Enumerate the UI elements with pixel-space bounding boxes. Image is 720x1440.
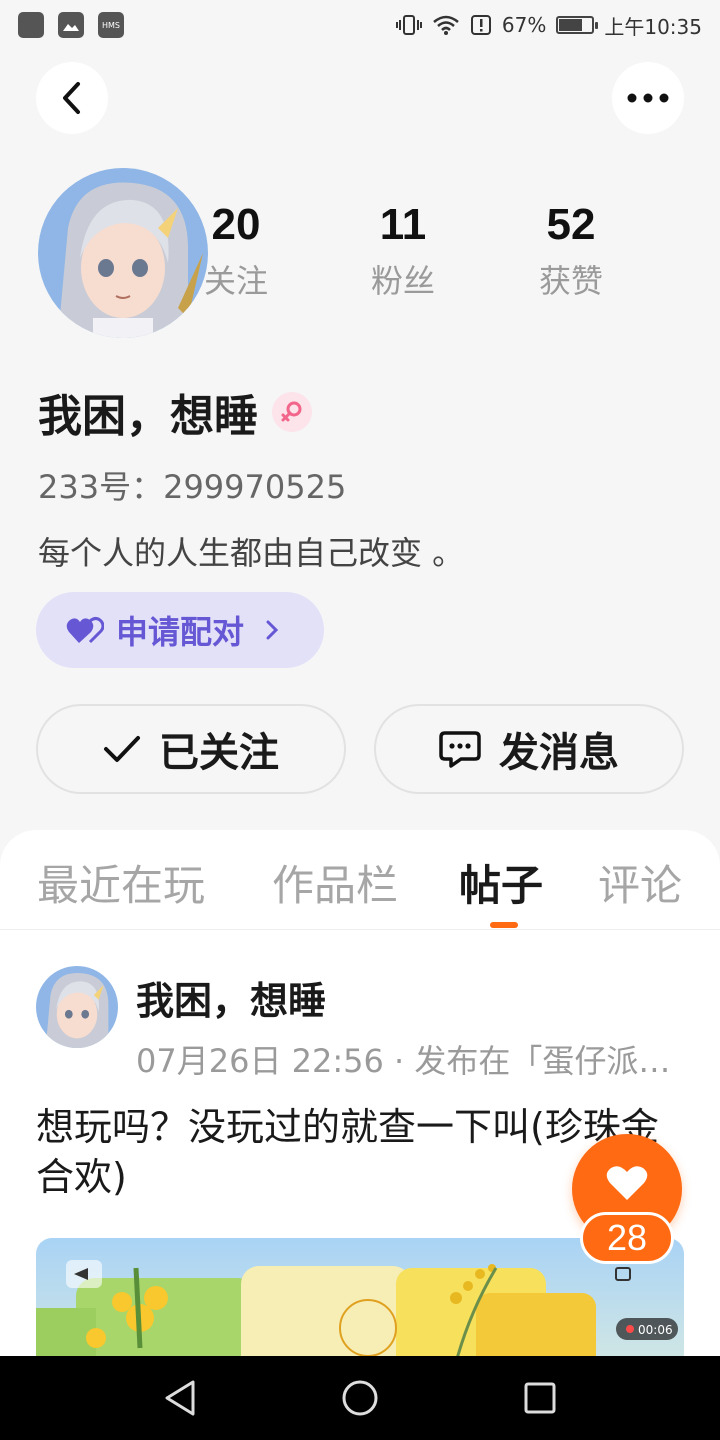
send-message-label: 发消息: [499, 730, 619, 776]
following-count: 20: [211, 200, 261, 249]
profile-name-row: 我困，想睡: [38, 380, 312, 444]
tab-bar: 最近在玩 作品栏 帖子 评论: [0, 830, 720, 930]
likes-label: 获赞: [538, 262, 603, 300]
nav-recents-button[interactable]: [518, 1376, 562, 1420]
hms-icon: HMS: [98, 12, 124, 38]
send-message-button[interactable]: 发消息: [374, 704, 684, 794]
back-button[interactable]: [36, 62, 108, 134]
system-nav-bar: [0, 1356, 720, 1440]
nav-home-button[interactable]: [338, 1376, 382, 1420]
tab-recently-played[interactable]: 最近在玩: [37, 852, 205, 913]
apply-pair-label: 申请配对: [116, 613, 245, 651]
chevron-left-icon: [63, 82, 80, 114]
stat-likes[interactable]: 52 获赞: [511, 200, 631, 302]
notification-icon: [18, 12, 44, 38]
following-label: 关注: [203, 262, 268, 300]
square-recents-icon: [524, 1382, 556, 1414]
stat-followers[interactable]: 11 粉丝: [343, 200, 463, 302]
post-avatar[interactable]: [36, 966, 118, 1048]
check-icon: [104, 736, 140, 762]
followers-count: 11: [379, 200, 427, 249]
battery-icon: [556, 16, 599, 34]
vibrate-icon: [395, 15, 422, 35]
followed-button[interactable]: 已关注: [36, 704, 346, 794]
triangle-back-icon: [165, 1380, 195, 1416]
tab-comments[interactable]: 评论: [598, 852, 682, 913]
status-time: 上午10:35: [604, 14, 702, 39]
alert-icon: [470, 15, 491, 35]
gallery-icon: [58, 12, 84, 38]
post-meta: 07月26日 22:56 · 发布在「蛋仔派对」: [136, 1042, 686, 1080]
stat-following[interactable]: 20 关注: [176, 200, 296, 302]
user-id: 233号：299970525: [38, 468, 347, 506]
heart-pair-icon: [66, 617, 104, 644]
content-panel: 最近在玩 作品栏 帖子 评论 我困，想睡 07月26日 22:56 · 发布在「…: [0, 830, 720, 1356]
likes-count: 52: [546, 200, 596, 249]
nav-back-button[interactable]: [158, 1376, 202, 1420]
wifi-icon: [433, 15, 459, 35]
female-icon: [272, 392, 312, 432]
circle-home-icon: [342, 1380, 378, 1416]
more-dots-icon: [627, 93, 669, 103]
tab-posts[interactable]: 帖子: [459, 852, 543, 913]
tab-works[interactable]: 作品栏: [272, 852, 398, 913]
more-button[interactable]: [612, 62, 684, 134]
user-bio: 每个人的人生都由自己改变 。: [38, 534, 465, 572]
heart-icon: [606, 1166, 648, 1200]
video-time: 00:06: [638, 1323, 673, 1337]
followed-label: 已关注: [159, 730, 279, 776]
battery-percent: 67%: [501, 13, 547, 37]
apply-pair-button[interactable]: 申请配对: [36, 592, 324, 668]
status-bar: HMS 67% 上午10:35: [0, 0, 720, 50]
chat-bubble-icon: [439, 731, 481, 768]
like-count: 28: [580, 1212, 674, 1264]
followers-label: 粉丝: [370, 262, 435, 300]
profile-name: 我困，想睡: [38, 391, 258, 442]
post-author[interactable]: 我困，想睡: [136, 970, 326, 1025]
active-tab-indicator: [490, 922, 518, 928]
chevron-right-icon: [266, 620, 279, 640]
